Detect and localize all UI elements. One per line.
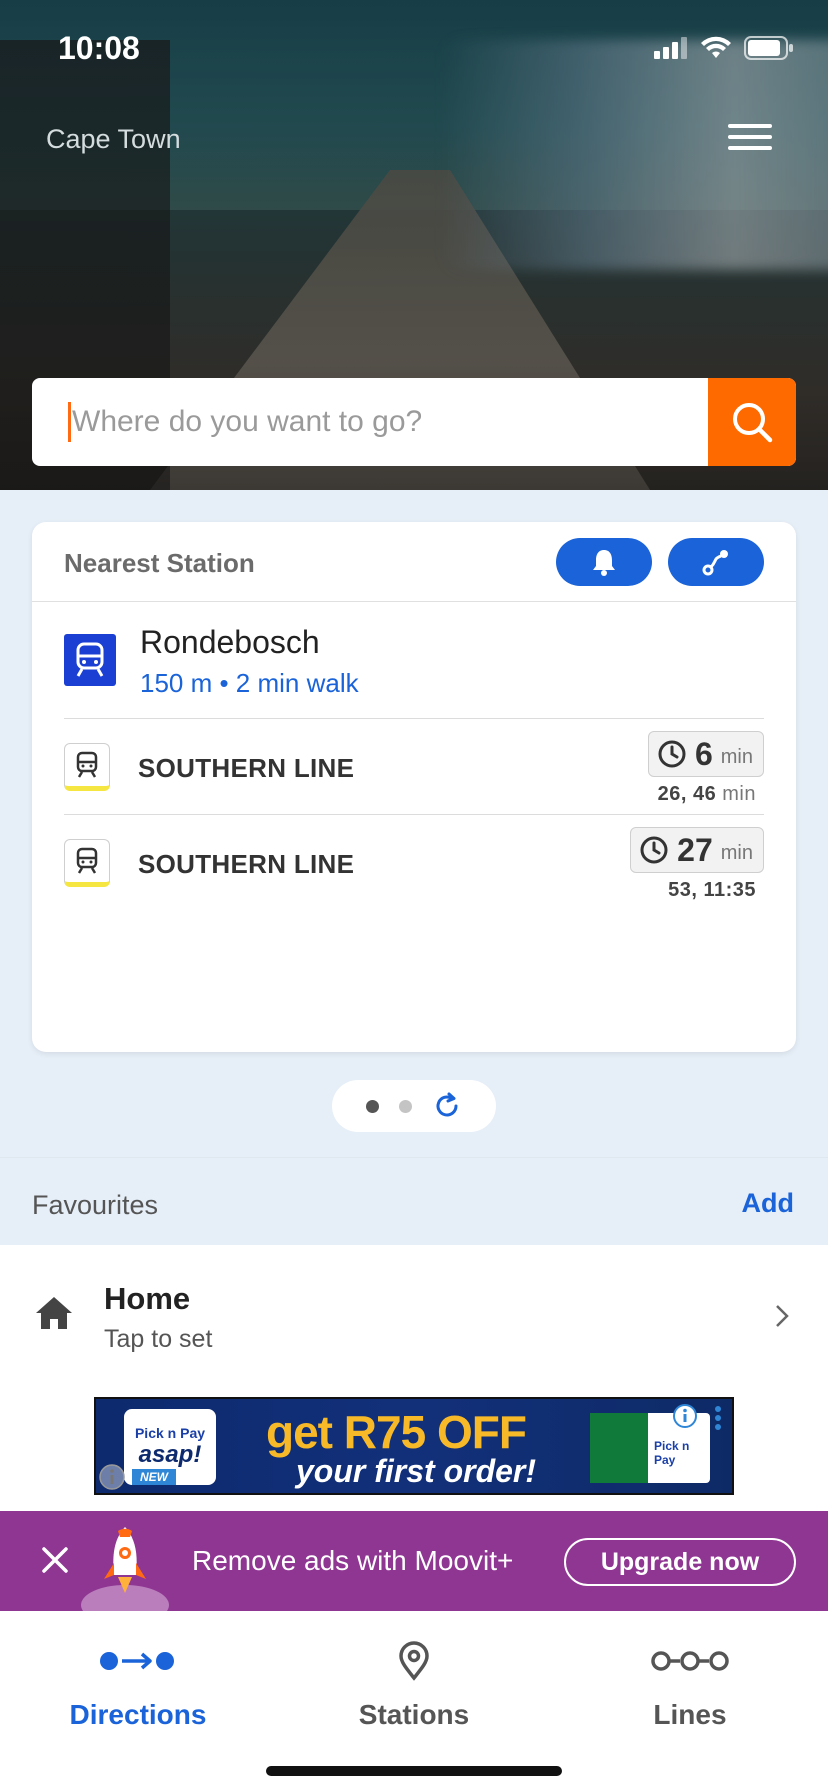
card-title: Nearest Station <box>64 548 255 578</box>
home-icon <box>36 1297 72 1329</box>
ad-more-icon[interactable] <box>714 1405 722 1431</box>
tab-label: Stations <box>358 1699 470 1730</box>
refresh-icon[interactable] <box>432 1091 462 1121</box>
battery-icon <box>744 36 793 60</box>
status-icons <box>654 36 794 60</box>
search-bar[interactable] <box>32 378 796 466</box>
card-pager <box>332 1080 496 1132</box>
city-name[interactable]: Cape Town <box>46 124 181 155</box>
next-times: 53, 11:35 <box>668 879 756 901</box>
line-row[interactable]: SOUTHERN LINE 6 min 26, 46 min <box>64 718 764 814</box>
page-dot-active[interactable] <box>366 1099 379 1113</box>
train-line-icon <box>64 743 110 791</box>
ad-springbok-image <box>590 1413 648 1483</box>
remove-ads-banner: Remove ads with Moovit+ Upgrade now <box>0 1511 828 1611</box>
favourite-label: Home <box>104 1281 191 1316</box>
eta-unit: min <box>720 745 753 768</box>
ad-headline: get R75 OFF <box>266 1406 527 1458</box>
search-button[interactable] <box>708 378 796 466</box>
line-row[interactable]: SOUTHERN LINE 27 min 53, 11:35 <box>64 814 764 910</box>
favourites-header: Favourites Add <box>0 1157 828 1245</box>
search-icon <box>733 403 773 443</box>
favourites-title: Favourites <box>32 1190 159 1220</box>
line-name: SOUTHERN LINE <box>138 849 355 879</box>
tab-label: Directions <box>69 1699 207 1730</box>
next-departures: 26, 46 min <box>658 783 756 806</box>
chevron-right-icon <box>776 1305 789 1327</box>
ad-side-brand: Pick n Pay <box>654 1439 690 1467</box>
hamburger-menu-icon[interactable] <box>728 124 772 152</box>
location-pin-icon <box>399 1641 429 1681</box>
eta-minutes: 27 <box>677 831 713 868</box>
alerts-button[interactable] <box>556 538 652 586</box>
search-input[interactable] <box>72 378 712 466</box>
directions-icon <box>100 1652 174 1670</box>
bell-icon <box>593 550 615 576</box>
upgrade-now-button[interactable]: Upgrade now <box>564 1538 796 1586</box>
home-indicator <box>266 1766 562 1776</box>
station-distance: 150 m • 2 min walk <box>140 668 359 698</box>
favourite-subtitle: Tap to set <box>104 1325 213 1353</box>
train-station-icon <box>64 634 116 686</box>
directions-to-station-button[interactable] <box>668 538 764 586</box>
text-caret <box>68 402 71 442</box>
tab-label: Lines <box>653 1699 727 1730</box>
rocket-icon <box>81 1527 169 1611</box>
route-icon <box>702 550 728 576</box>
clock-icon <box>658 740 686 768</box>
train-line-icon <box>64 839 110 887</box>
favourite-home-row[interactable]: Home Tap to set <box>0 1245 828 1381</box>
ad-choices-icon[interactable] <box>98 1463 126 1491</box>
status-time: 10:08 <box>58 30 140 66</box>
eta-minutes: 6 <box>694 735 713 772</box>
tab-directions[interactable]: Directions <box>38 1631 238 1741</box>
nearest-station-card[interactable]: Nearest Station Rondebosch 150 m • 2 min… <box>32 522 796 1052</box>
card-header: Nearest Station <box>32 522 796 602</box>
status-bar: 10:08 <box>0 0 828 100</box>
clock-icon <box>640 836 668 864</box>
tab-lines[interactable]: Lines <box>590 1631 790 1741</box>
next-unit: min <box>722 783 756 805</box>
eta-unit: min <box>720 841 753 864</box>
ad-banner[interactable]: Pick n Pay asap! NEW get R75 OFF your fi… <box>94 1397 734 1495</box>
eta-badge: 6 min <box>647 731 764 777</box>
ad-brand-top: Pick n Pay <box>134 1425 206 1441</box>
ad-info-icon[interactable] <box>672 1403 698 1429</box>
next-departures: 53, 11:35 <box>668 879 756 902</box>
station-info[interactable]: Rondebosch 150 m • 2 min walk <box>32 602 796 718</box>
add-favourite-button[interactable]: Add <box>742 1188 794 1219</box>
ad-new-tag: NEW <box>132 1469 176 1485</box>
ad-subline: your first order! <box>296 1453 537 1489</box>
close-icon[interactable] <box>40 1545 70 1575</box>
wifi-icon <box>701 36 731 58</box>
lines-icon <box>651 1651 729 1671</box>
promo-text: Remove ads with Moovit+ <box>192 1545 514 1576</box>
ad-brand-main: asap! <box>138 1441 202 1468</box>
next-times: 26, 46 <box>657 783 717 805</box>
station-name: Rondebosch <box>140 624 320 660</box>
tab-stations[interactable]: Stations <box>314 1631 514 1741</box>
eta-badge: 27 min <box>630 827 764 873</box>
ad-container: Pick n Pay asap! NEW get R75 OFF your fi… <box>0 1381 828 1511</box>
bottom-tab-bar: Directions Stations Lines <box>0 1611 828 1792</box>
page-dot[interactable] <box>399 1099 412 1113</box>
line-name: SOUTHERN LINE <box>138 753 355 783</box>
signal-icon <box>654 37 687 59</box>
hero-background: 10:08 Cape Town <box>0 0 828 490</box>
